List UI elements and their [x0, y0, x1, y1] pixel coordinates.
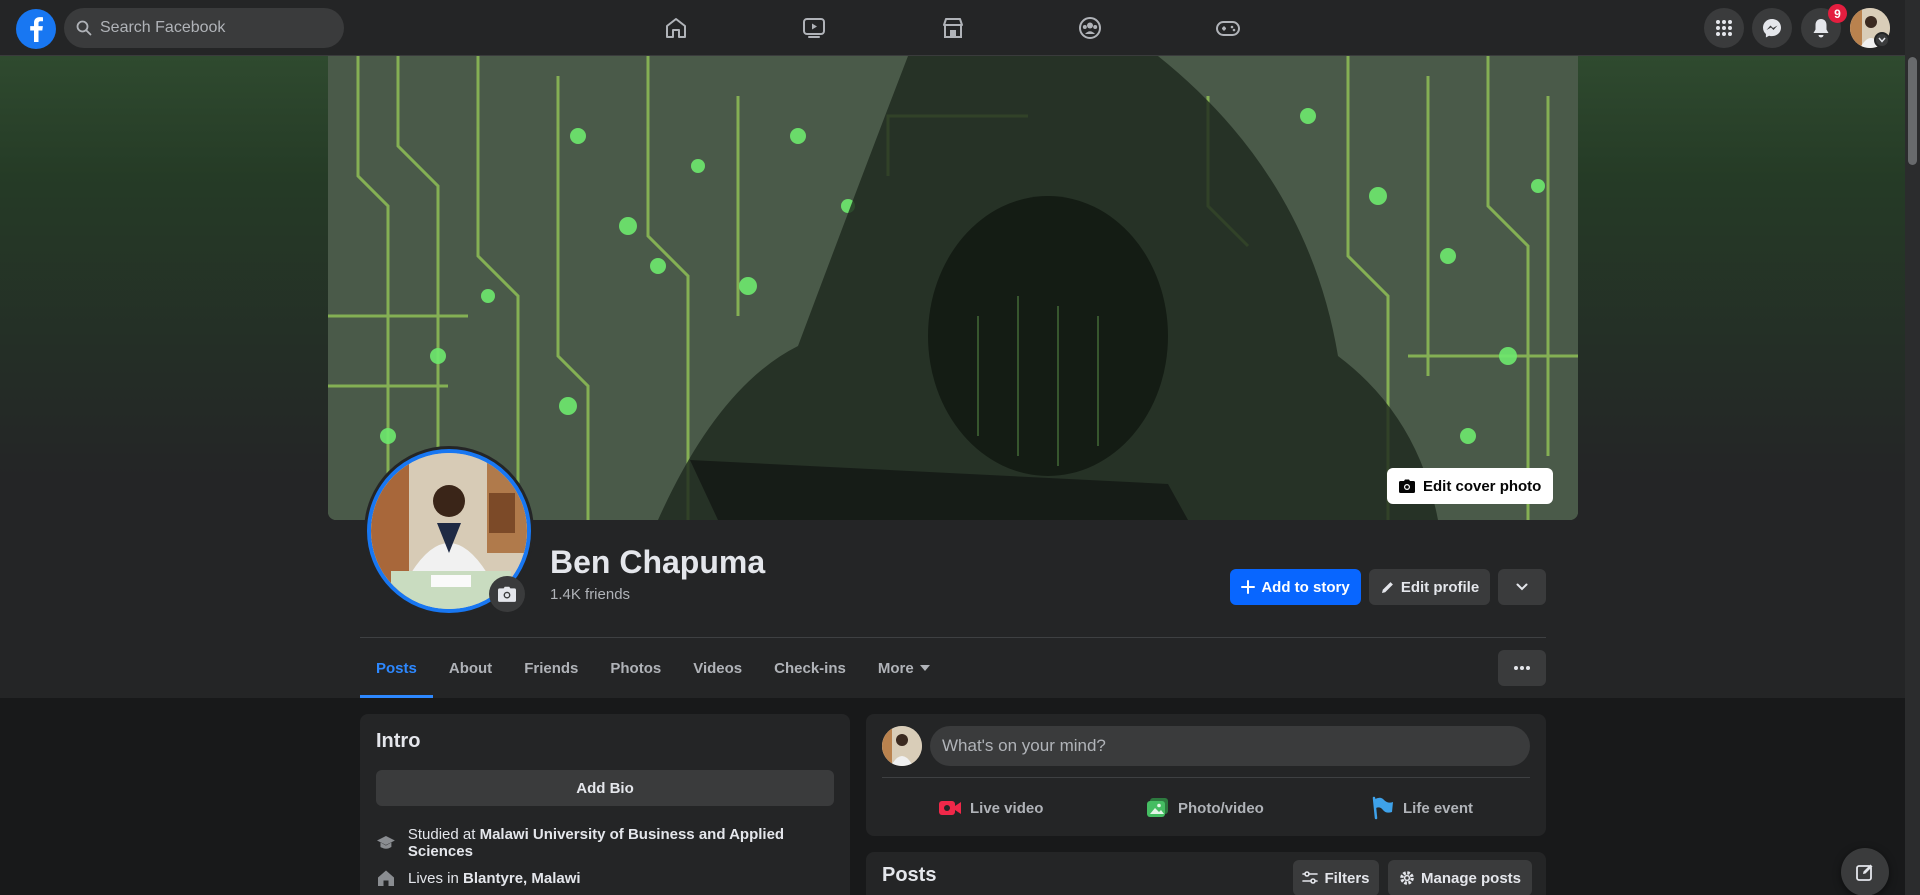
cover-photo[interactable] [328, 56, 1578, 520]
tab-photos[interactable]: Photos [594, 638, 677, 698]
edit-cover-photo-label: Edit cover photo [1423, 477, 1542, 495]
add-to-story-button[interactable]: Add to story [1230, 569, 1361, 605]
groups-icon[interactable] [1072, 10, 1108, 46]
camera-icon [1399, 479, 1415, 493]
edit-profile-button[interactable]: Edit profile [1369, 569, 1490, 605]
tab-more-label: More [877, 659, 914, 677]
facebook-logo-icon[interactable] [16, 9, 56, 49]
update-profile-picture-camera-icon[interactable] [489, 576, 525, 612]
photo-video-button[interactable]: Photo/video [1146, 788, 1264, 828]
intro-card: Intro Add Bio Studied at Malawi Universi… [360, 714, 850, 895]
studied-prefix: Studied at [407, 826, 480, 843]
messenger-icon[interactable] [1752, 8, 1792, 48]
gear-icon [1400, 871, 1414, 885]
add-to-story-label: Add to story [1261, 578, 1350, 596]
pencil-icon [1381, 581, 1393, 593]
lives-prefix: Lives in [408, 869, 464, 887]
search-input[interactable] [100, 19, 320, 37]
sliders-icon [1302, 871, 1319, 884]
tab-about[interactable]: About [433, 638, 508, 698]
search-icon [76, 20, 92, 36]
tab-friends[interactable]: Friends [508, 638, 594, 698]
manage-posts-button[interactable]: Manage posts [1388, 860, 1532, 895]
profile-tabs: Posts About Friends Photos Videos Check-… [360, 638, 946, 698]
graduation-cap-icon [376, 836, 395, 849]
notification-count-badge: 9 [1828, 4, 1847, 23]
friends-count[interactable]: 1.4K friends [550, 586, 630, 603]
posts-card: Posts Filters Manage posts [866, 852, 1546, 895]
whats-on-your-mind-input[interactable]: What's on your mind? [930, 726, 1530, 766]
caret-down-icon [919, 665, 930, 671]
watch-icon[interactable] [796, 10, 832, 46]
gaming-icon[interactable] [1210, 10, 1246, 46]
tab-check-ins[interactable]: Check-ins [758, 638, 862, 698]
scrollbar-thumb[interactable] [1908, 57, 1917, 165]
photo-icon [1147, 798, 1168, 817]
post-composer: What's on your mind? Live video Photo/vi… [866, 714, 1546, 836]
lives-in-link[interactable]: Blantyre, Malawi [463, 870, 581, 887]
notifications-bell-icon[interactable]: 9 [1801, 4, 1847, 48]
profile-name: Ben Chapuma [550, 544, 766, 580]
tab-more[interactable]: More [862, 638, 946, 698]
search-box[interactable] [64, 8, 344, 48]
composer-divider [882, 777, 1530, 778]
edit-cover-photo-button[interactable]: Edit cover photo [1387, 468, 1554, 504]
top-navigation-bar: 9 [0, 0, 1920, 56]
menu-grid-icon[interactable] [1704, 8, 1744, 48]
marketplace-icon[interactable] [935, 10, 971, 46]
posts-title: Posts [882, 864, 937, 886]
new-message-compose-icon[interactable] [1841, 848, 1889, 895]
filters-label: Filters [1324, 869, 1370, 887]
tab-videos[interactable]: Videos [677, 638, 758, 698]
live-video-button[interactable]: Live video [938, 788, 1043, 828]
life-event-label: Life event [1403, 799, 1474, 817]
account-chevron-down-icon[interactable] [1874, 32, 1890, 48]
flag-icon [1372, 796, 1393, 820]
life-event-button[interactable]: Life event [1371, 788, 1473, 828]
chevron-down-icon [1516, 583, 1528, 591]
profile-header: Edit cover photo Ben Chapuma 1.4K friend… [0, 56, 1905, 698]
photo-video-label: Photo/video [1178, 799, 1264, 817]
tabs-more-button[interactable] [1498, 650, 1546, 686]
edit-profile-label: Edit profile [1400, 578, 1480, 596]
ellipsis-icon [1514, 666, 1530, 670]
manage-posts-label: Manage posts [1420, 869, 1522, 887]
plus-icon [1241, 580, 1256, 594]
intro-education: Studied at Malawi University of Business… [376, 826, 850, 860]
live-video-icon [939, 801, 961, 815]
filters-button[interactable]: Filters [1293, 860, 1379, 895]
live-video-label: Live video [970, 799, 1044, 817]
tab-posts[interactable]: Posts [360, 638, 433, 698]
intro-location: Lives in Blantyre, Malawi [376, 868, 581, 888]
composer-avatar[interactable] [882, 726, 922, 766]
home-icon[interactable] [658, 10, 694, 46]
house-icon [378, 870, 394, 886]
intro-title: Intro [376, 730, 421, 752]
more-options-chevron-button[interactable] [1498, 569, 1546, 605]
add-bio-button[interactable]: Add Bio [376, 770, 834, 806]
